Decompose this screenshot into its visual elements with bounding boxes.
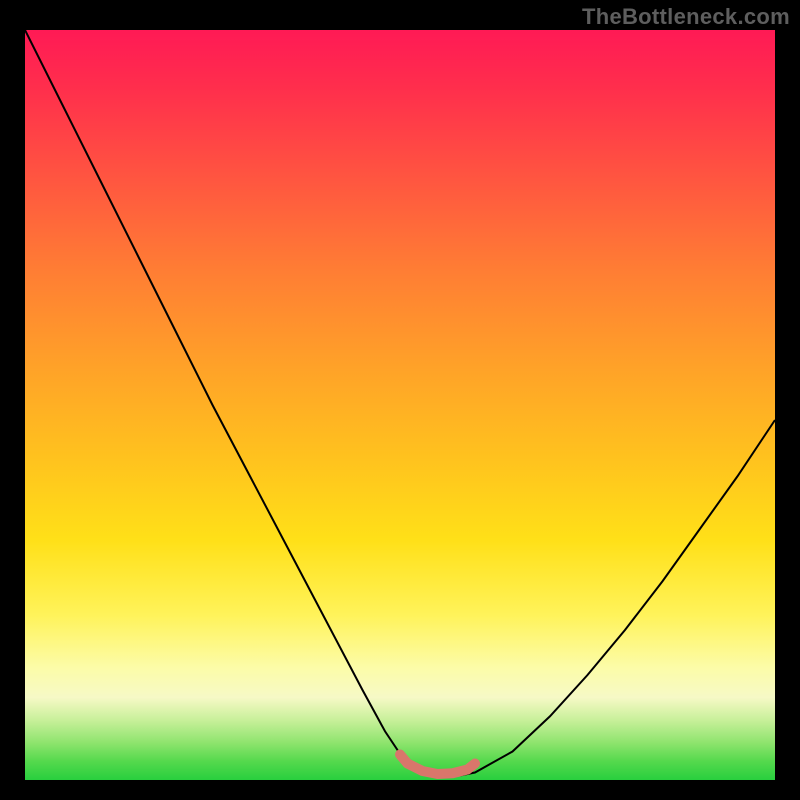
chart-frame: TheBottleneck.com (0, 0, 800, 800)
bottleneck-curve (25, 30, 775, 776)
curve-layer (25, 30, 775, 780)
bottom-marker (400, 755, 475, 775)
attribution-label: TheBottleneck.com (582, 4, 790, 30)
plot-area (25, 30, 775, 780)
